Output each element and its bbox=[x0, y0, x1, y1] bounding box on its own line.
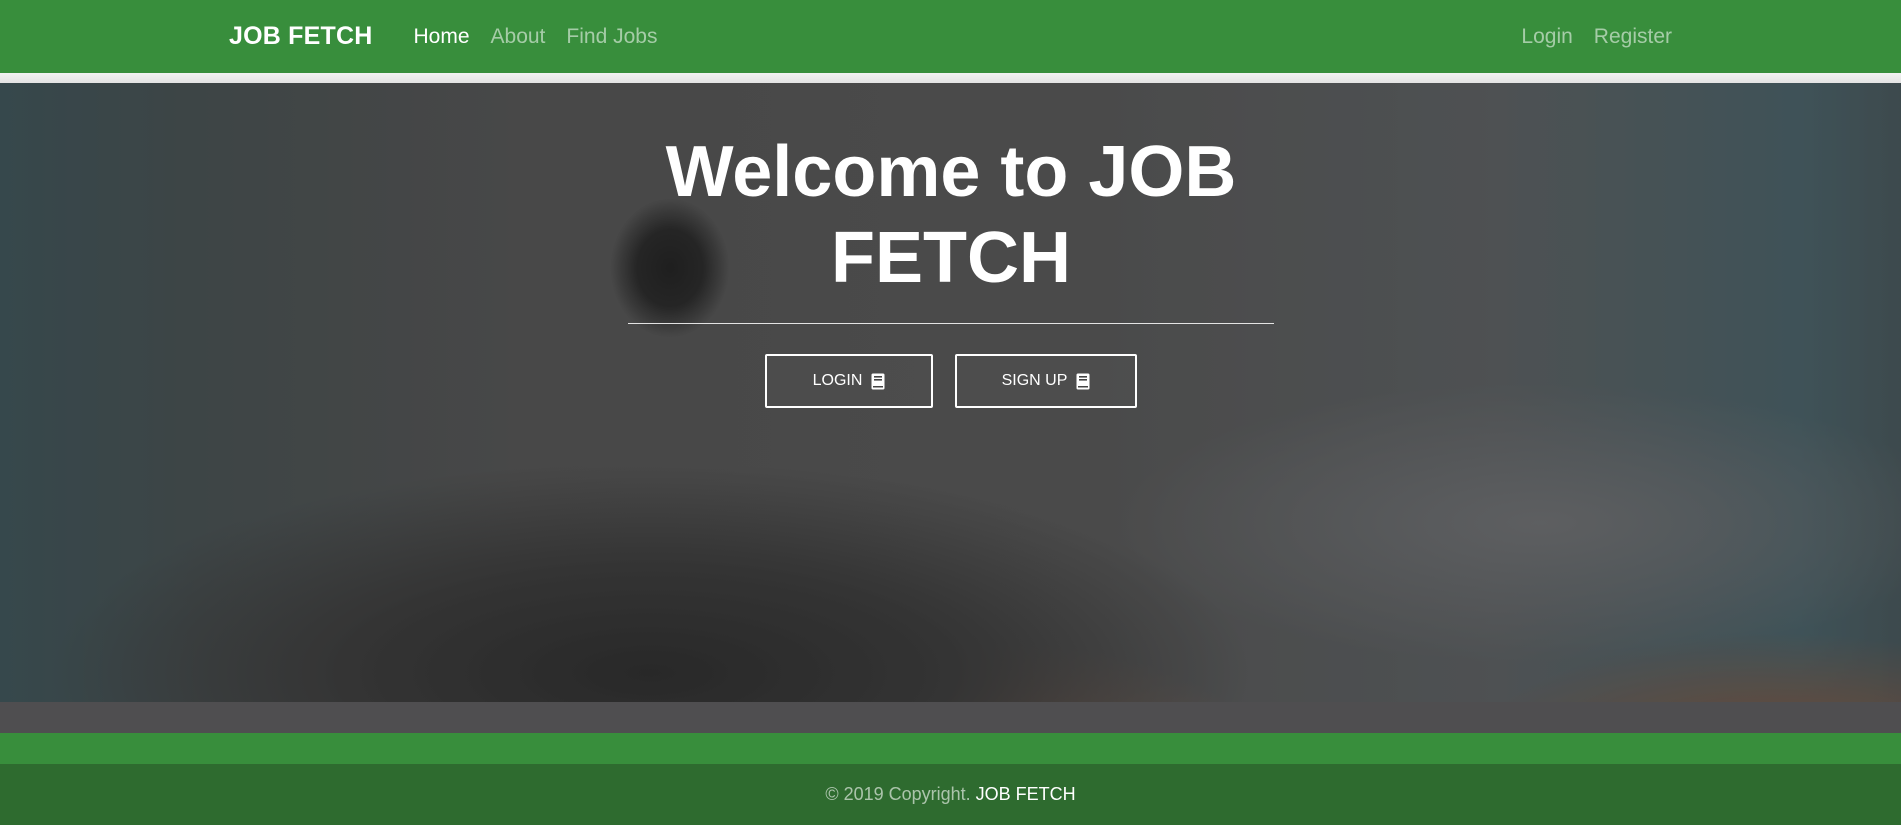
footer-copyright: © 2019 Copyright. bbox=[825, 784, 971, 804]
login-button-label: LOGIN bbox=[812, 372, 863, 389]
navbar-inner: JOB FETCH Home About Find Jobs Login Reg… bbox=[229, 0, 1672, 73]
signup-button[interactable]: SIGN UP bbox=[955, 354, 1137, 408]
nav-link-register[interactable]: Register bbox=[1594, 25, 1672, 49]
footer-brand-link[interactable]: JOB FETCH bbox=[976, 784, 1076, 805]
navbar: JOB FETCH Home About Find Jobs Login Reg… bbox=[0, 0, 1901, 73]
hero-button-row: LOGIN SIGN UP bbox=[628, 354, 1274, 408]
hero-title-line1: Welcome to JOB bbox=[665, 132, 1237, 212]
navbar-divider bbox=[0, 73, 1901, 83]
signup-button-label: SIGN UP bbox=[1001, 372, 1068, 389]
nav-link-find-jobs[interactable]: Find Jobs bbox=[566, 25, 657, 49]
nav-link-about[interactable]: About bbox=[491, 25, 546, 49]
book-icon bbox=[871, 373, 885, 390]
section-spacer bbox=[0, 702, 1901, 733]
hero-content: Welcome to JOB FETCH LOGIN SIGN UP bbox=[628, 129, 1274, 408]
hero-divider bbox=[628, 323, 1274, 324]
login-button[interactable]: LOGIN bbox=[765, 354, 933, 408]
hero-section: Welcome to JOB FETCH LOGIN SIGN UP bbox=[0, 83, 1901, 702]
book-icon bbox=[1076, 373, 1090, 390]
nav-link-home[interactable]: Home bbox=[413, 25, 469, 49]
nav-link-login[interactable]: Login bbox=[1521, 25, 1572, 49]
footer: © 2019 Copyright. JOB FETCH bbox=[0, 764, 1901, 825]
hero-title-line2: FETCH bbox=[831, 218, 1071, 298]
hero-title: Welcome to JOB FETCH bbox=[628, 129, 1274, 301]
nav-right-group: Login Register bbox=[1521, 25, 1672, 49]
footer-top-band bbox=[0, 733, 1901, 764]
brand-logo[interactable]: JOB FETCH bbox=[229, 22, 372, 51]
